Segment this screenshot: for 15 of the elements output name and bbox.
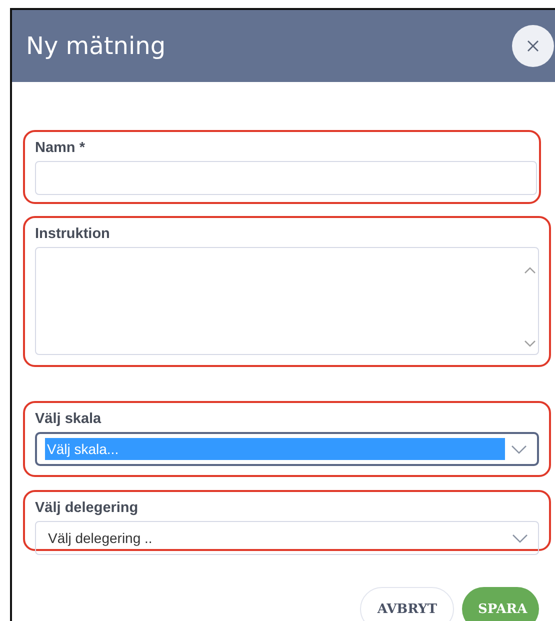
input-field[interactable]	[35, 161, 537, 195]
close-icon	[527, 40, 539, 52]
chevron-down-icon	[511, 444, 527, 454]
field-label: Välj skala	[35, 411, 102, 427]
text-area[interactable]	[35, 247, 539, 355]
dialog-title: Ny mätning	[26, 32, 166, 60]
chevron-down-icon	[512, 534, 528, 542]
select-field[interactable]: Välj delegering ..	[35, 521, 539, 555]
scroll-down-icon[interactable]	[524, 340, 536, 348]
field-label: Instruktion	[35, 226, 111, 242]
field-label: Välj delegering	[35, 500, 140, 516]
close-button[interactable]	[512, 25, 554, 67]
field-label: Namn *	[35, 140, 86, 156]
cancel-button[interactable]: AVBRYT	[360, 587, 454, 621]
scroll-up-icon[interactable]	[524, 266, 536, 274]
